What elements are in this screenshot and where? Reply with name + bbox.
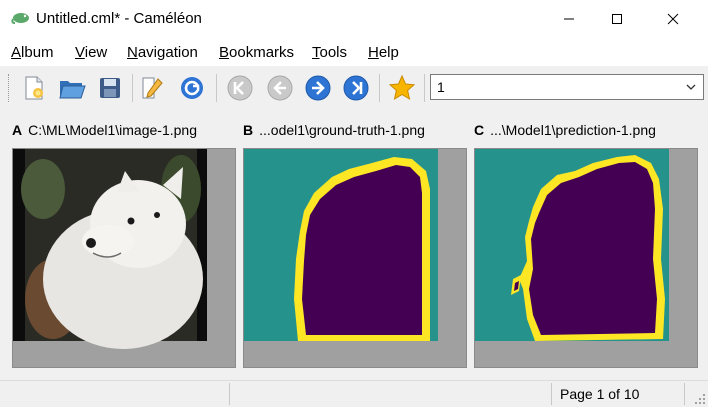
open-folder-icon	[59, 81, 86, 99]
status-separator	[684, 383, 685, 405]
window-title: Untitled.cml* - Caméléon	[36, 10, 202, 27]
first-image-button[interactable]	[224, 72, 256, 104]
status-separator	[551, 383, 552, 405]
maximize-icon	[612, 14, 622, 24]
toolbar-separator	[216, 74, 217, 102]
image-panel-c[interactable]	[474, 148, 698, 368]
last-image-button[interactable]	[340, 72, 372, 104]
minimize-icon	[564, 18, 574, 20]
bookmark-button[interactable]	[386, 72, 418, 104]
bookmark-star-icon	[388, 74, 416, 101]
new-document-icon	[25, 76, 43, 100]
panel-c-letter: C	[474, 122, 485, 138]
panel-c-label: C ...\Model1\prediction-1.png	[474, 122, 656, 138]
prediction-mask	[475, 149, 697, 367]
menu-album-accel: A	[11, 44, 22, 61]
chevron-down-icon	[686, 84, 696, 90]
panel-b-label: B ...odel1\ground-truth-1.png	[243, 122, 425, 138]
menu-view-accel: V	[75, 44, 85, 61]
panel-a-path: C:\ML\Model1\image-1.png	[28, 122, 197, 138]
status-separator	[229, 383, 230, 405]
refresh-button[interactable]	[176, 72, 208, 104]
menu-help-accel: H	[368, 44, 379, 61]
title-bar: Untitled.cml* - Caméléon	[0, 0, 708, 38]
edit-button[interactable]	[136, 72, 168, 104]
menu-bookmarks-accel: B	[219, 44, 230, 61]
image-index-combo[interactable]: 1	[430, 74, 704, 100]
menu-album[interactable]: Album	[11, 44, 54, 61]
combo-value: 1	[437, 79, 445, 95]
menu-navigation[interactable]: Navigation	[127, 44, 198, 61]
new-album-button[interactable]	[18, 72, 50, 104]
page-indicator: Page 1 of 10	[560, 386, 640, 402]
menu-navigation-accel: N	[127, 44, 138, 61]
dog-photo	[13, 149, 235, 367]
previous-image-button[interactable]	[264, 72, 296, 104]
first-icon	[227, 75, 253, 101]
resize-grip-icon[interactable]	[694, 393, 706, 405]
next-icon	[305, 75, 331, 101]
menu-help-label: elp	[378, 44, 399, 61]
menu-help[interactable]: Help	[368, 44, 399, 61]
last-icon	[343, 75, 369, 101]
menu-tools-label: ools	[319, 44, 348, 61]
close-button[interactable]	[650, 0, 696, 38]
ground-truth-mask	[244, 149, 466, 367]
menu-album-label: lbum	[21, 44, 54, 61]
next-image-button[interactable]	[302, 72, 334, 104]
toolbar-separator	[424, 74, 425, 102]
menu-tools-accel: T	[312, 44, 320, 61]
refresh-icon	[181, 77, 203, 99]
chameleon-app-icon	[11, 13, 29, 24]
panel-c-path: ...\Model1\prediction-1.png	[490, 122, 656, 138]
panel-a-letter: A	[12, 122, 23, 138]
menu-tools[interactable]: Tools	[312, 44, 347, 61]
minimize-button[interactable]	[546, 0, 592, 38]
toolbar-grip[interactable]	[8, 74, 11, 102]
panel-b-path: ...odel1\ground-truth-1.png	[259, 122, 425, 138]
toolbar-separator	[132, 74, 133, 102]
edit-icon	[142, 77, 163, 99]
menu-navigation-label: avigation	[137, 44, 198, 61]
save-icon	[100, 78, 120, 98]
maximize-button[interactable]	[594, 0, 640, 38]
open-button[interactable]	[56, 72, 88, 104]
save-button[interactable]	[94, 72, 126, 104]
menu-bookmarks[interactable]: Bookmarks	[219, 44, 294, 61]
menu-view[interactable]: View	[75, 44, 107, 61]
menu-bookmarks-label: ookmarks	[229, 44, 295, 61]
status-bar: Page 1 of 10	[0, 380, 708, 407]
panel-a-label: A C:\ML\Model1\image-1.png	[12, 122, 197, 138]
previous-icon	[267, 75, 293, 101]
panel-b-letter: B	[243, 122, 254, 138]
toolbar-separator	[379, 74, 380, 102]
image-panel-b[interactable]	[243, 148, 467, 368]
image-panel-a[interactable]	[12, 148, 236, 368]
menu-view-label: iew	[84, 44, 108, 61]
menu-bar: Album View Navigation Bookmarks Tools He…	[0, 38, 708, 66]
close-icon	[667, 13, 679, 25]
